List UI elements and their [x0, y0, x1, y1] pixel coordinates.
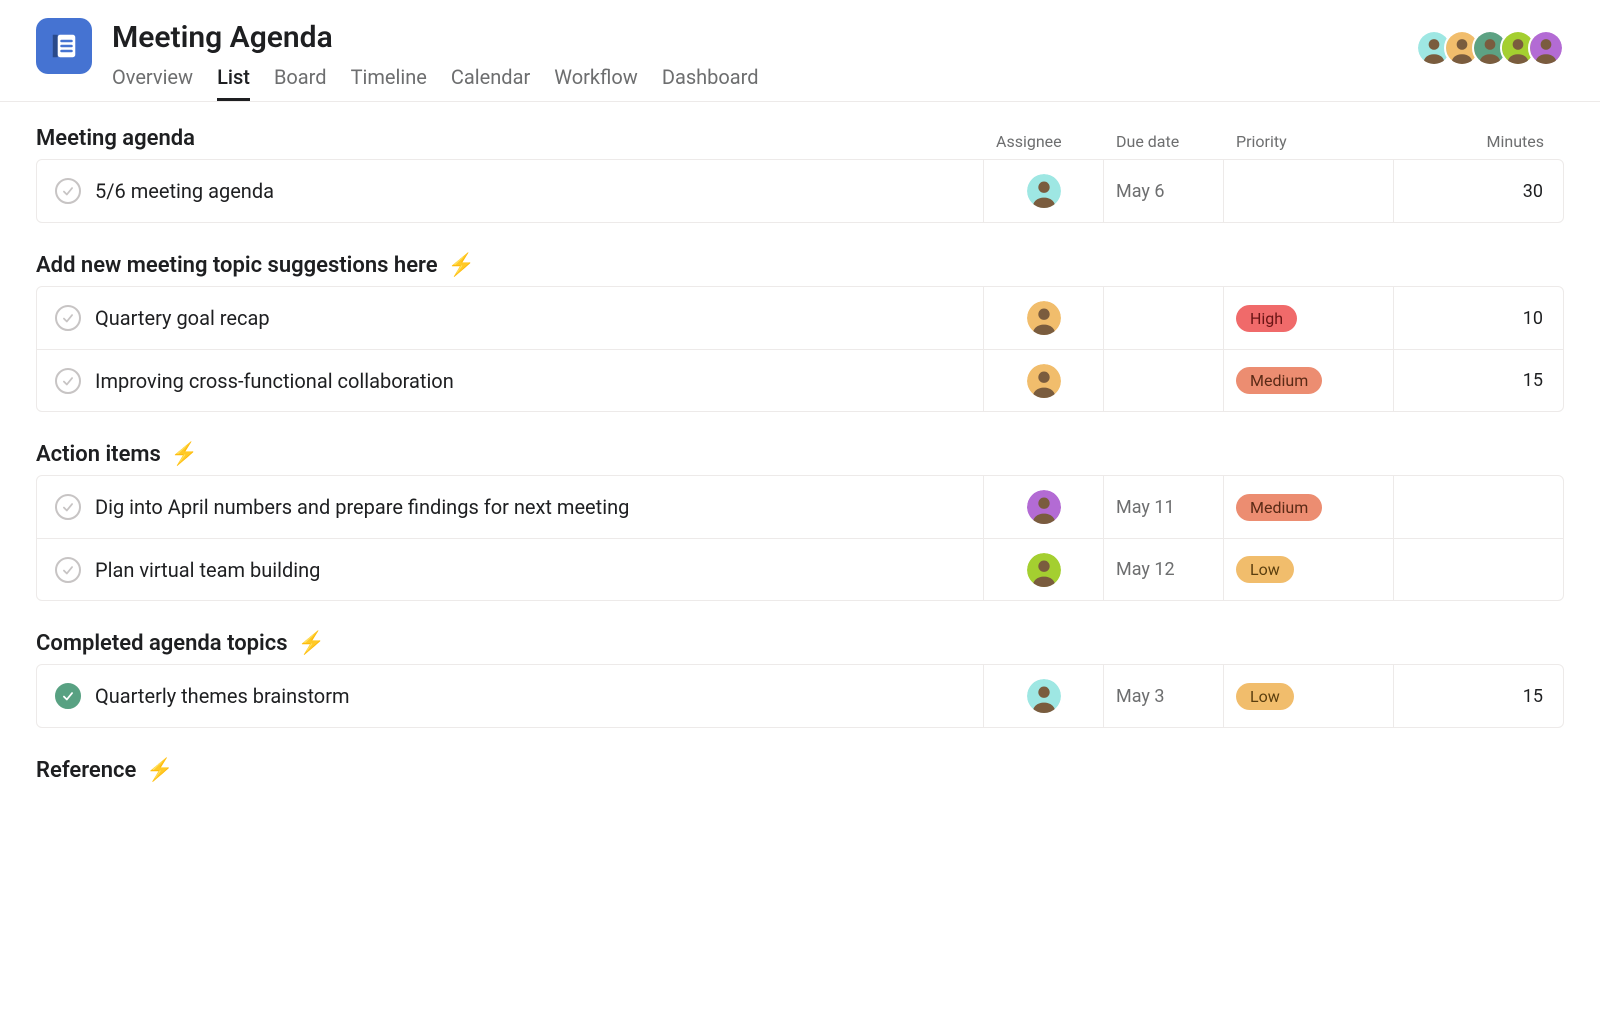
assignee-avatar[interactable]: [1027, 174, 1061, 208]
column-headers: AssigneeDue datePriorityMinutes: [984, 132, 1564, 151]
bolt-icon: ⚡: [298, 633, 325, 655]
task-row[interactable]: Quarterly themes brainstorm May 3 Low 15: [37, 665, 1563, 727]
bolt-icon: ⚡: [448, 255, 475, 277]
assignee-avatar[interactable]: [1027, 679, 1061, 713]
assignee-avatar[interactable]: [1027, 364, 1061, 398]
project-title: Meeting Agenda: [112, 20, 1416, 55]
assignee-cell[interactable]: [983, 287, 1103, 349]
priority-cell[interactable]: Medium: [1223, 350, 1393, 411]
task-list-content: Meeting agenda AssigneeDue datePriorityMi…: [0, 102, 1600, 783]
project-icon-list: [36, 18, 92, 74]
collaborator-avatars[interactable]: [1416, 30, 1564, 66]
col-priority[interactable]: Priority: [1224, 132, 1394, 151]
minutes-cell[interactable]: 10: [1393, 287, 1563, 349]
section: Reference ⚡: [36, 758, 1564, 783]
priority-pill: Medium: [1236, 494, 1322, 521]
priority-pill: High: [1236, 305, 1297, 332]
section-title[interactable]: Meeting agenda: [36, 126, 195, 151]
section-title-text: Action items: [36, 442, 161, 467]
priority-pill: Low: [1236, 683, 1294, 710]
task-name[interactable]: 5/6 meeting agenda: [95, 179, 274, 203]
section-title[interactable]: Add new meeting topic suggestions here ⚡: [36, 253, 475, 278]
minutes-cell[interactable]: 15: [1393, 350, 1563, 411]
due-date-cell[interactable]: May 6: [1103, 160, 1223, 222]
task-table: Quartery goal recap High 10 Improving cro…: [36, 286, 1564, 412]
task-table: Dig into April numbers and prepare findi…: [36, 475, 1564, 601]
section-title[interactable]: Completed agenda topics ⚡: [36, 631, 325, 656]
bolt-icon: ⚡: [146, 760, 173, 782]
section-title-text: Completed agenda topics: [36, 631, 288, 656]
assignee-avatar[interactable]: [1027, 553, 1061, 587]
tab-list[interactable]: List: [217, 59, 250, 101]
priority-cell[interactable]: Low: [1223, 539, 1393, 600]
task-table: Quarterly themes brainstorm May 3 Low 15: [36, 664, 1564, 728]
section-title[interactable]: Reference ⚡: [36, 758, 174, 783]
task-row[interactable]: Plan virtual team building May 12 Low: [37, 538, 1563, 600]
col-minutes[interactable]: Minutes: [1394, 132, 1564, 151]
section-title-text: Meeting agenda: [36, 126, 195, 151]
task-name[interactable]: Dig into April numbers and prepare findi…: [95, 495, 629, 519]
section: Completed agenda topics ⚡ Quarterly theme…: [36, 631, 1564, 728]
complete-task-checkbox[interactable]: [55, 305, 81, 331]
complete-task-checkbox[interactable]: [55, 557, 81, 583]
assignee-cell[interactable]: [983, 160, 1103, 222]
complete-task-checkbox[interactable]: [55, 683, 81, 709]
section-title-text: Reference: [36, 758, 136, 783]
col-assignee[interactable]: Assignee: [984, 132, 1104, 151]
section-title-text: Add new meeting topic suggestions here: [36, 253, 438, 278]
priority-cell[interactable]: High: [1223, 287, 1393, 349]
project-tabs: Overview List Board Timeline Calendar Workflo…: [112, 59, 1416, 101]
due-date-cell[interactable]: May 11: [1103, 476, 1223, 538]
task-name[interactable]: Plan virtual team building: [95, 558, 320, 582]
task-row[interactable]: 5/6 meeting agenda May 6 30: [37, 160, 1563, 222]
section-title[interactable]: Action items ⚡: [36, 442, 198, 467]
bolt-icon: ⚡: [171, 444, 198, 466]
minutes-cell[interactable]: 15: [1393, 665, 1563, 727]
complete-task-checkbox[interactable]: [55, 368, 81, 394]
project-header: Meeting Agenda Overview List Board Timeline…: [0, 0, 1600, 102]
task-row[interactable]: Improving cross-functional collaboration…: [37, 349, 1563, 411]
task-name[interactable]: Quartery goal recap: [95, 306, 270, 330]
tab-board[interactable]: Board: [274, 59, 327, 101]
due-date-cell[interactable]: May 3: [1103, 665, 1223, 727]
priority-pill: Low: [1236, 556, 1294, 583]
minutes-cell[interactable]: [1393, 476, 1563, 538]
priority-cell[interactable]: [1223, 160, 1393, 222]
section: Action items ⚡ Dig into April numbers and…: [36, 442, 1564, 601]
tab-dashboard[interactable]: Dashboard: [662, 59, 759, 101]
due-date-cell[interactable]: [1103, 287, 1223, 349]
assignee-cell[interactable]: [983, 350, 1103, 411]
due-date-cell[interactable]: [1103, 350, 1223, 411]
task-name[interactable]: Quarterly themes brainstorm: [95, 684, 350, 708]
priority-pill: Medium: [1236, 367, 1322, 394]
complete-task-checkbox[interactable]: [55, 494, 81, 520]
tab-calendar[interactable]: Calendar: [451, 59, 530, 101]
minutes-cell[interactable]: [1393, 539, 1563, 600]
collaborator-avatar[interactable]: [1528, 30, 1564, 66]
assignee-avatar[interactable]: [1027, 490, 1061, 524]
assignee-cell[interactable]: [983, 665, 1103, 727]
priority-cell[interactable]: Medium: [1223, 476, 1393, 538]
priority-cell[interactable]: Low: [1223, 665, 1393, 727]
assignee-avatar[interactable]: [1027, 301, 1061, 335]
tab-timeline[interactable]: Timeline: [351, 59, 427, 101]
due-date-cell[interactable]: May 12: [1103, 539, 1223, 600]
task-table: 5/6 meeting agenda May 6 30: [36, 159, 1564, 223]
section: Meeting agenda AssigneeDue datePriorityMi…: [36, 126, 1564, 223]
task-row[interactable]: Dig into April numbers and prepare findi…: [37, 476, 1563, 538]
task-row[interactable]: Quartery goal recap High 10: [37, 287, 1563, 349]
complete-task-checkbox[interactable]: [55, 178, 81, 204]
tab-workflow[interactable]: Workflow: [554, 59, 638, 101]
assignee-cell[interactable]: [983, 539, 1103, 600]
section: Add new meeting topic suggestions here⚡ …: [36, 253, 1564, 412]
col-due-date[interactable]: Due date: [1104, 132, 1224, 151]
minutes-cell[interactable]: 30: [1393, 160, 1563, 222]
task-name[interactable]: Improving cross-functional collaboration: [95, 369, 454, 393]
assignee-cell[interactable]: [983, 476, 1103, 538]
tab-overview[interactable]: Overview: [112, 59, 193, 101]
